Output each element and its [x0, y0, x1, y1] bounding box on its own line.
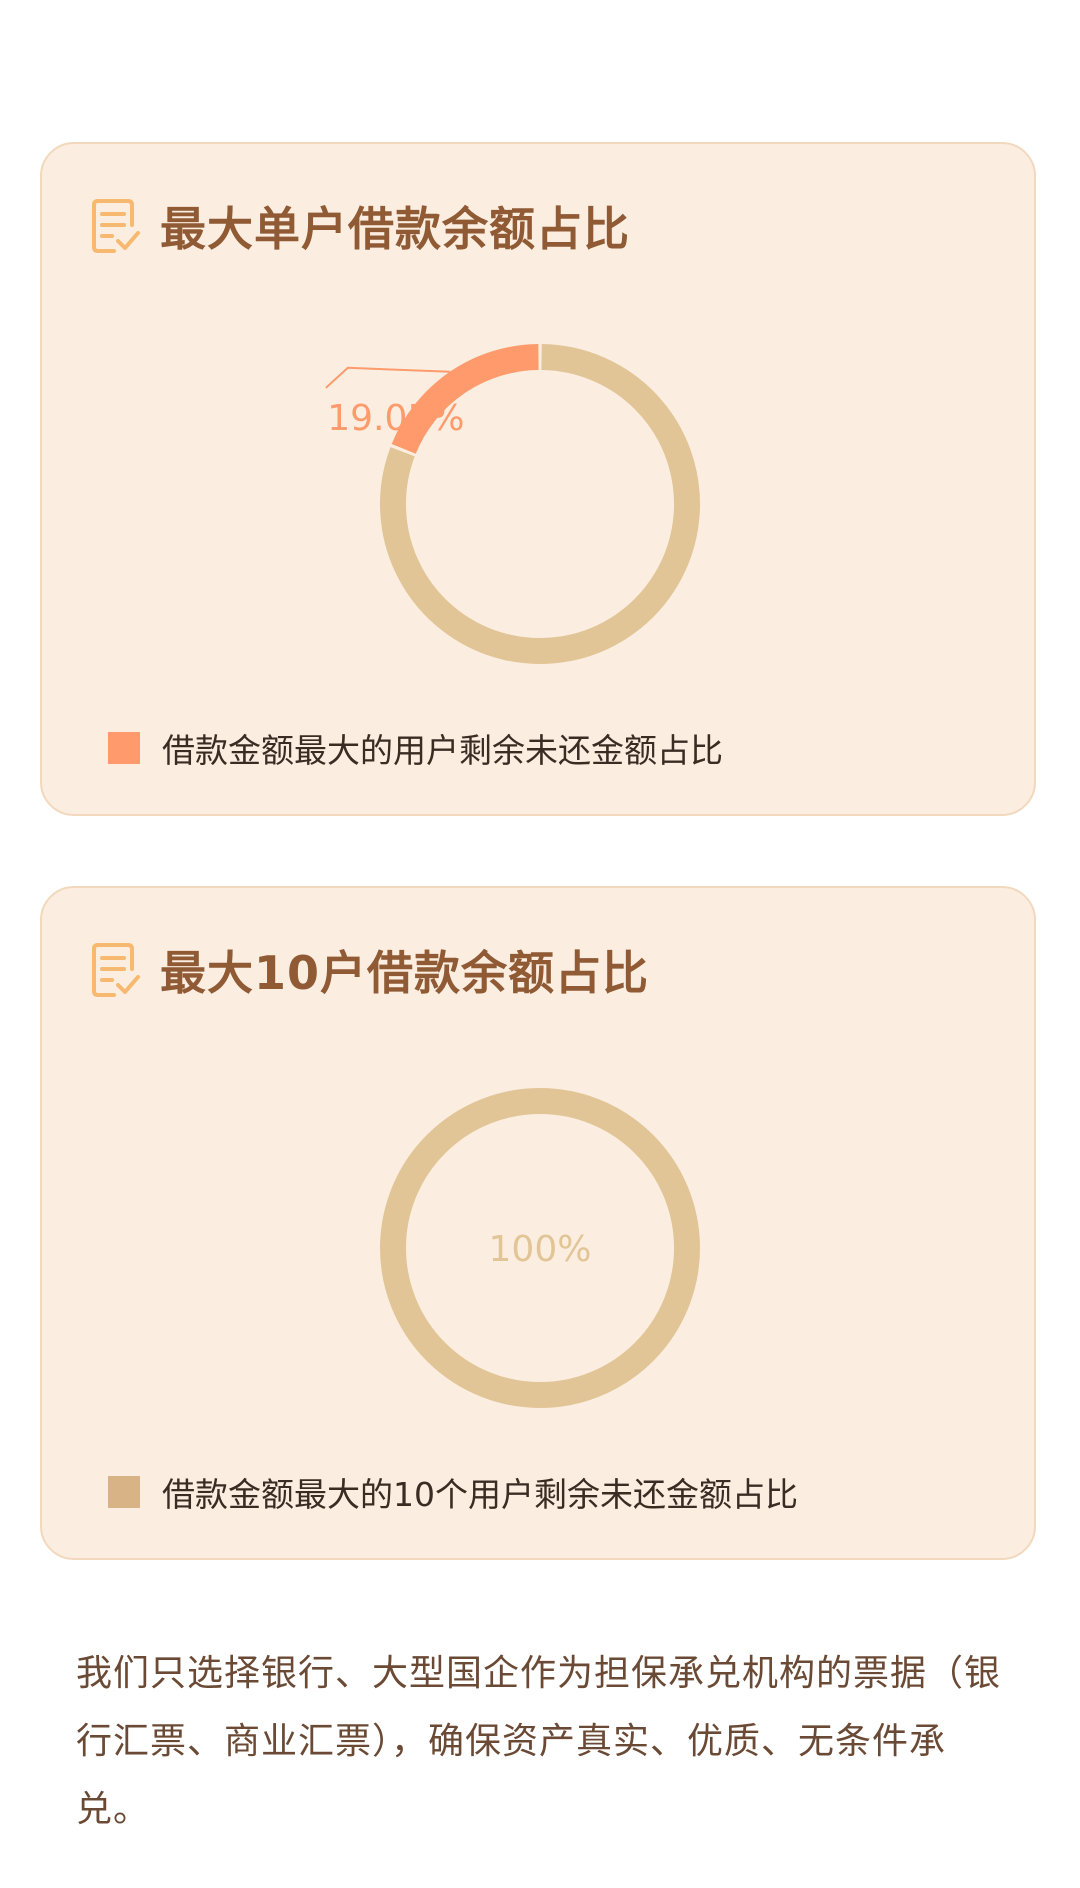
slice-label: 100%	[489, 1229, 592, 1270]
donut-chart: 100%	[380, 1088, 700, 1408]
slice-label: 19.05%	[327, 398, 464, 439]
legend-swatch	[108, 1476, 140, 1508]
legend-label: 借款金额最大的10个用户剩余未还金额占比	[162, 1475, 798, 1514]
donut-chart: 19.05%	[325, 344, 700, 664]
legend-label: 借款金额最大的用户剩余未还金额占比	[162, 731, 723, 770]
legend-swatch	[108, 732, 140, 764]
max-single-borrower-card: 最大单户借款余额占比 19.05% 借款金额最大的用户剩余未还金额占比	[40, 142, 1036, 816]
chart-legend: 借款金额最大的10个用户剩余未还金额占比	[108, 1470, 798, 1514]
label-leader-line	[325, 366, 450, 389]
footer-description: 我们只选择银行、大型国企作为担保承兑机构的票据（银行汇票、商业汇票），确保资产真…	[76, 1653, 1002, 1830]
max-ten-borrowers-card: 最大10户借款余额占比 100% 借款金额最大的10个用户剩余未还金额占比	[40, 886, 1036, 1560]
chart-legend: 借款金额最大的用户剩余未还金额占比	[108, 726, 723, 770]
